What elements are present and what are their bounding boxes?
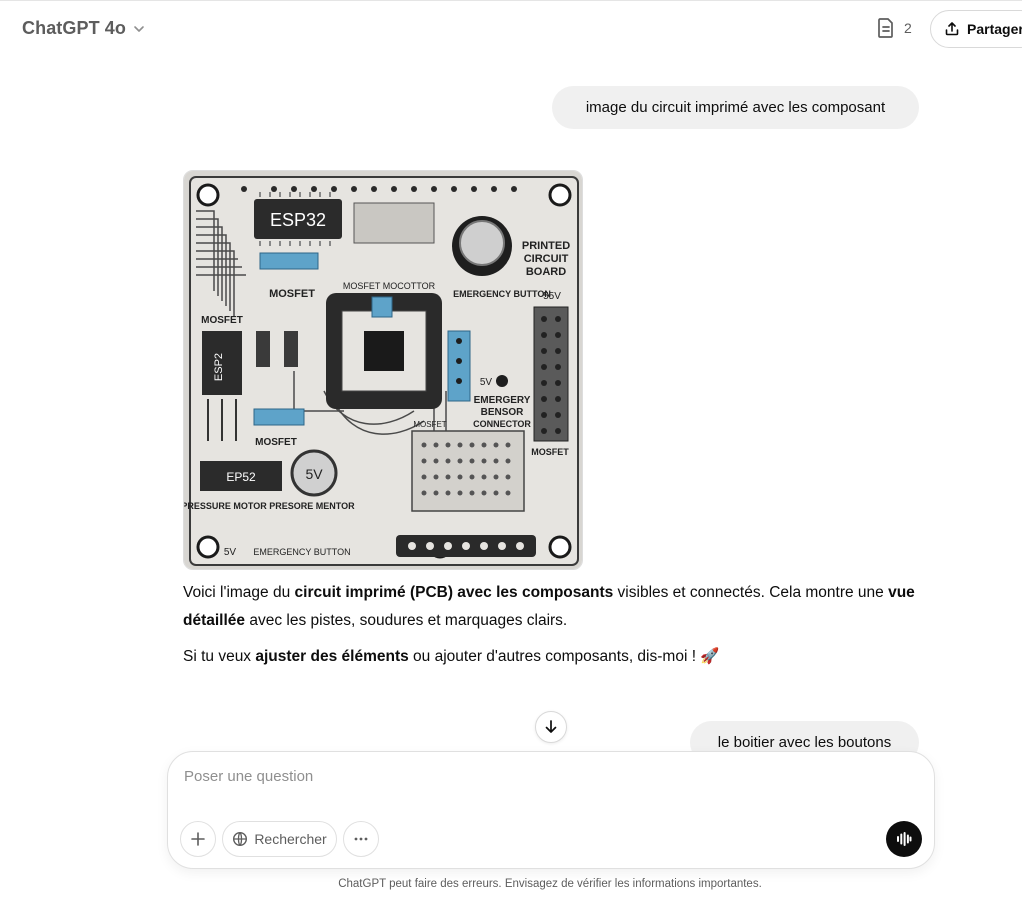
disclaimer-text: ChatGPT peut faire des erreurs. Envisage… bbox=[338, 878, 762, 890]
share-button[interactable]: Partager bbox=[930, 10, 1022, 48]
top-bar: ChatGPT 4o 2 Partager bbox=[0, 0, 1022, 56]
assistant-paragraph-2: Si tu veux ajuster des éléments ou ajout… bbox=[183, 648, 720, 665]
user-message: image du circuit imprimé avec les compos… bbox=[552, 86, 919, 129]
pcb-label-mosfet3: MOSFET bbox=[531, 447, 569, 457]
model-selector[interactable]: ChatGPT 4o bbox=[22, 18, 146, 39]
pcb-label-esp32: ESP32 bbox=[270, 210, 326, 230]
voice-mode-button[interactable] bbox=[886, 821, 922, 857]
pcb-label-printed: PRINTED bbox=[522, 240, 570, 252]
assistant-paragraph-1: Voici l'image du circuit imprimé (PCB) a… bbox=[183, 584, 915, 629]
scroll-to-bottom-button[interactable] bbox=[535, 711, 567, 743]
user-message-text: le boitier avec les boutons bbox=[717, 734, 892, 751]
pcb-label-emergency-bottom: EMERGENCY BUTTON bbox=[253, 547, 350, 557]
pcb-label-board: BOARD bbox=[526, 266, 566, 278]
composer: Rechercher bbox=[167, 751, 935, 869]
pcb-label-bensor: BENSOR bbox=[481, 407, 525, 418]
pcb-label-circuit: CIRCUIT bbox=[524, 253, 569, 265]
pcb-label-mosfet4: MOSFET bbox=[255, 437, 297, 448]
user-message-text: image du circuit imprimé avec les compos… bbox=[585, 99, 886, 116]
pcb-label-mosfet1: MOSFET bbox=[269, 288, 315, 300]
share-label: Partager bbox=[967, 21, 1022, 37]
pcb-label-esp2: ESP2 bbox=[213, 353, 225, 381]
model-name: ChatGPT 4o bbox=[22, 18, 127, 38]
prompt-input[interactable] bbox=[184, 768, 884, 785]
pcb-label-connector: CONNECTOR bbox=[473, 419, 531, 429]
plus-icon bbox=[191, 832, 205, 846]
more-horizontal-icon bbox=[354, 837, 368, 841]
pcb-label-bottom-5v: 5V bbox=[224, 547, 237, 558]
arrow-down-icon bbox=[545, 720, 557, 733]
search-button[interactable]: Rechercher bbox=[222, 821, 337, 857]
document-icon bbox=[878, 18, 893, 38]
voice-waveform-icon bbox=[897, 832, 912, 846]
pcb-label-ep52: EP52 bbox=[226, 470, 256, 484]
canvas-count: 2 bbox=[904, 20, 912, 36]
pcb-label-55v: 55V bbox=[543, 291, 561, 302]
pcb-label-emergency: EMERGENCY BUTTON bbox=[453, 289, 551, 299]
search-label: Rechercher bbox=[254, 831, 327, 847]
pcb-label-mosfet2: MOSFET bbox=[201, 315, 243, 326]
pcb-label-mosfet5: MOSFET bbox=[413, 420, 446, 429]
share-icon bbox=[945, 22, 959, 36]
attach-button[interactable] bbox=[180, 821, 216, 857]
pcb-label-emergery: EMERGERY bbox=[474, 395, 531, 406]
chevron-down-icon bbox=[134, 25, 144, 32]
pcb-label-pressure: PRESSURE MOTOR PRESORE MENTOR bbox=[184, 501, 355, 511]
canvas-button[interactable]: 2 bbox=[876, 17, 912, 39]
pcb-label-motor: MOSFET MOCOTTOR bbox=[343, 281, 436, 291]
pcb-illustration: ESP32 PRINTED CIRCUIT BOARD MOSFET MOSFE… bbox=[184, 171, 582, 569]
more-tools-button[interactable] bbox=[343, 821, 379, 857]
pcb-label-cap-5v: 5V bbox=[305, 466, 323, 482]
globe-icon bbox=[233, 831, 248, 847]
generated-pcb-image[interactable]: ESP32 PRINTED CIRCUIT BOARD MOSFET MOSFE… bbox=[183, 170, 583, 570]
assistant-message: Voici l'image du circuit imprimé (PCB) a… bbox=[183, 579, 923, 679]
pcb-label-5v: 5V bbox=[480, 377, 493, 388]
